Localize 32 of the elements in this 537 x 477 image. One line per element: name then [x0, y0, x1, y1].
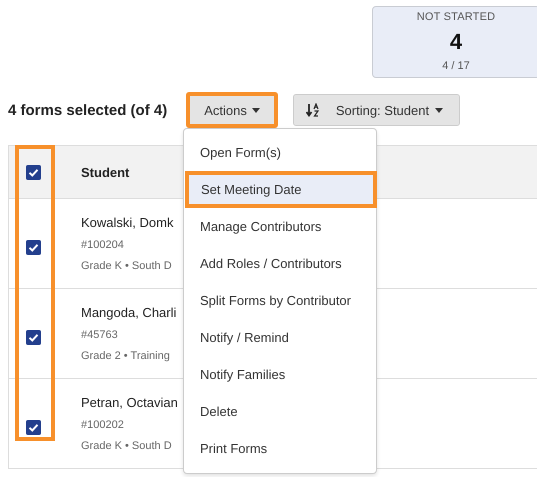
student-name: Kowalski, Domk [81, 215, 174, 230]
caret-icon [435, 108, 444, 112]
menu-item[interactable]: Open Form(s) [184, 134, 376, 171]
menu-item[interactable]: Print Forms [184, 430, 376, 467]
selection-summary: 4 forms selected (of 4) [8, 102, 168, 118]
sort-icon [306, 103, 320, 117]
menu-item[interactable]: Notify Families [184, 356, 376, 393]
menu-item[interactable]: Split Forms by Contributor [184, 282, 376, 319]
caret-icon [252, 108, 260, 112]
status-fraction: 4 / 17 [442, 60, 470, 72]
menu-item[interactable]: Set Meeting Date [185, 171, 377, 208]
menu-item[interactable]: Delete [184, 393, 376, 430]
student-name: Petran, Octavian [81, 395, 178, 410]
student-details: Grade K • South D [81, 260, 173, 272]
column-header[interactable]: Student [81, 164, 130, 180]
sort-button[interactable]: Sorting: Student [292, 94, 460, 126]
select-all-checkbox[interactable] [26, 164, 40, 180]
student-id: #100204 [81, 239, 125, 251]
menu-item[interactable]: Manage Contributors [184, 208, 376, 245]
status-label: NOT STARTED [416, 11, 496, 23]
row-checkbox[interactable] [26, 330, 40, 345]
student-details: Grade 2 • Training [81, 350, 171, 362]
student-details: Grade K • South D [81, 440, 173, 452]
menu-item[interactable]: Notify / Remind [184, 319, 376, 356]
student-name: Mangoda, Charli [81, 305, 176, 320]
row-checkbox[interactable] [26, 240, 40, 255]
menu-item[interactable]: Add Roles / Contributors [184, 245, 376, 282]
student-id: #100202 [81, 419, 125, 431]
actions-button[interactable]: Actions [186, 92, 278, 128]
row-checkbox[interactable] [26, 420, 40, 435]
status-count: 4 [450, 29, 462, 55]
student-id: #45763 [81, 329, 119, 341]
